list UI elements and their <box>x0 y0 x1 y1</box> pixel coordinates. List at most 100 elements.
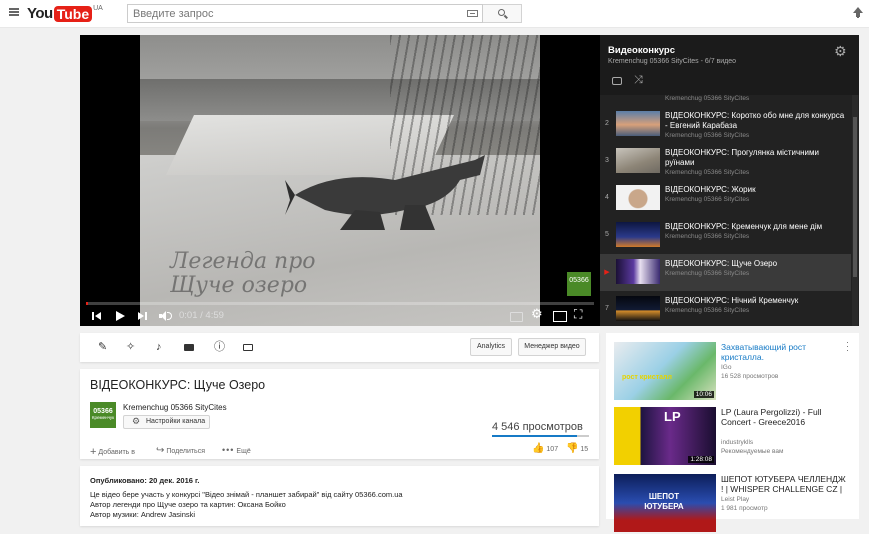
playlist-item-channel: Kremenchug 05366 SityCites <box>665 196 750 203</box>
gear-icon: ⚙ <box>132 416 141 426</box>
playlist-item-title: ВІДЕОКОНКУРС: Кременчук для мене дім <box>665 222 823 231</box>
search-input[interactable] <box>128 5 458 22</box>
playlist-item[interactable]: 7 ВІДЕОКОНКУРС: Нічний Кременчук Kremenc… <box>600 291 851 326</box>
masthead: You Tube UA <box>0 0 869 28</box>
creator-action-bar: ✎ ✧ ♪ ⓘ Analytics Менеджер видео <box>80 333 599 362</box>
audio-icon[interactable]: ♪ <box>156 342 162 353</box>
playlist-item[interactable]: 5 ВІДЕОКОНКУРС: Кременчук для мене дім K… <box>600 217 851 254</box>
subtitles-icon[interactable] <box>510 309 523 323</box>
thumbnail-text: LP <box>664 409 681 424</box>
playlist-item[interactable]: Kremenchug 05366 SityCites <box>600 65 851 102</box>
playlist-item-channel: Kremenchug 05366 SityCites <box>665 307 750 314</box>
video-caption: Легенда про Щуче озеро <box>170 250 316 298</box>
recommended-thumbnail: ШЕПОТ ЮТУБЕРА <box>614 474 716 532</box>
recommended-meta: 1 981 просмотр <box>721 505 768 512</box>
more-label: Ещё <box>236 448 251 455</box>
share-button[interactable]: ↪ Поделиться <box>156 445 205 456</box>
playlist-item-current[interactable]: ▶ ВІДЕОКОНКУРС: Щуче Озеро Kremenchug 05… <box>600 254 851 291</box>
add-to-button[interactable]: + Добавить в <box>90 445 135 458</box>
edit-icon[interactable]: ✎ <box>98 342 107 353</box>
more-button[interactable]: ••• Ещё <box>222 445 251 455</box>
playlist-items: Kremenchug 05366 SityCites 2 ВІДЕОКОНКУР… <box>600 95 851 326</box>
keyboard-icon[interactable] <box>467 10 478 17</box>
video-frame: Легенда про Щуче озеро <box>140 35 540 326</box>
analytics-button[interactable]: Analytics <box>470 338 512 356</box>
playlist-item-title: ВІДЕОКОНКУРС: Щуче Озеро <box>665 259 778 268</box>
fullscreen-icon[interactable] <box>574 307 587 323</box>
recommended-thumbnail: LP 1:28:08 <box>614 407 716 465</box>
description-line: Автор легенди про Щуче озеро та картин: … <box>90 500 286 509</box>
playlist-item-channel: Kremenchug 05366 SityCites <box>665 95 750 102</box>
sentiment-bar-likes <box>492 435 578 437</box>
recommended-title[interactable]: Захватывающий рост кристалла. <box>721 342 849 362</box>
publish-date: Опубликовано: 20 дек. 2016 г. <box>90 476 200 485</box>
playlist-item-index: ▶ <box>604 269 610 276</box>
menu-icon[interactable] <box>9 8 19 16</box>
like-button[interactable]: 👍 107 <box>532 443 558 454</box>
recommended-title[interactable]: ШЕПОТ ЮТУБЕРА ЧЕЛЛЕНДЖ ! | WHISPER CHALL… <box>721 474 849 494</box>
video-duration: 1:28:08 <box>688 456 714 463</box>
recommended-thumbnail: рост кристалл 10:06 <box>614 342 716 400</box>
channel-watermark[interactable]: 05366 <box>567 272 591 296</box>
video-caption-line2: Щуче озеро <box>170 273 308 298</box>
gear-icon[interactable]: ⚙ <box>834 43 847 60</box>
subtitles-edit-icon[interactable] <box>243 344 253 351</box>
next-icon[interactable] <box>138 309 148 323</box>
volume-icon[interactable] <box>159 309 172 323</box>
channel-avatar[interactable]: 05366 Кременчук <box>90 402 116 428</box>
recommended-video[interactable]: ШЕПОТ ЮТУБЕРА ШЕПОТ ЮТУБЕРА ЧЕЛЛЕНДЖ ! |… <box>614 474 854 534</box>
recommended-meta: Рекомендуемые вам <box>721 448 784 455</box>
dislike-count: 15 <box>580 446 589 453</box>
playlist-panel: Видеоконкурс Kremenchug 05366 SityCites … <box>600 35 859 326</box>
search-button[interactable] <box>483 4 522 23</box>
enhance-icon[interactable]: ✧ <box>126 342 135 353</box>
channel-avatar-text: 05366 <box>93 408 113 415</box>
playlist-subtitle: Kremenchug 05366 SityCites - 6/7 видео <box>608 58 737 65</box>
recommended-video[interactable]: LP 1:28:08 LP (Laura Pergolizzi) - Full … <box>614 407 854 467</box>
channel-settings-label: Настройки канала <box>146 418 206 425</box>
view-count: 4 546 просмотров <box>492 421 583 433</box>
playlist-item[interactable]: 4 ВІДЕОКОНКУРС: Жорик Kremenchug 05366 S… <box>600 180 851 217</box>
video-caption-line1: Легенда про <box>170 249 316 274</box>
recommended-video[interactable]: рост кристалл 10:06 Захватывающий рост к… <box>614 342 854 402</box>
recommended-title[interactable]: LP (Laura Pergolizzi) - Full Concert - G… <box>721 407 849 427</box>
upload-icon[interactable] <box>853 7 863 19</box>
playlist-item-channel: Kremenchug 05366 SityCites <box>665 169 750 176</box>
video-player[interactable]: Легенда про Щуче озеро 05366 0:01 / 4:59 <box>80 35 600 326</box>
playlist-scrollbar-thumb[interactable] <box>853 117 857 277</box>
settings-icon[interactable] <box>531 306 543 323</box>
progress-fill <box>86 302 88 305</box>
video-manager-button[interactable]: Менеджер видео <box>518 338 586 356</box>
playlist-item-channel: Kremenchug 05366 SityCites <box>665 132 750 139</box>
theater-mode-icon[interactable] <box>553 309 567 323</box>
playlist-title[interactable]: Видеоконкурс <box>608 45 675 56</box>
search-box <box>127 4 483 23</box>
video-duration: 10:06 <box>693 391 714 398</box>
info-icon[interactable]: ⓘ <box>214 342 225 353</box>
channel-settings-button[interactable]: ⚙ Настройки канала <box>123 415 210 429</box>
playlist-thumbnail <box>616 185 660 210</box>
description-line: Автор музики: Andrew Jasinski <box>90 510 196 519</box>
play-icon[interactable] <box>115 309 125 323</box>
thumbs-up-icon: 👍 <box>532 443 545 454</box>
youtube-logo[interactable]: You Tube UA <box>27 5 103 22</box>
playlist-scrollbar[interactable] <box>852 95 858 326</box>
playlist-item[interactable]: 2 ВІДЕОКОНКУРС: Коротко обо мне для конк… <box>600 106 851 143</box>
logo-tube: Tube <box>53 5 93 22</box>
add-to-label: Добавить в <box>98 449 135 456</box>
time-display: 0:01 / 4:59 <box>179 310 224 321</box>
playlist-item-index: 3 <box>605 157 609 164</box>
playlist-item-index: 7 <box>605 305 609 312</box>
channel-name[interactable]: Kremenchug 05366 SityCites <box>123 403 227 412</box>
annotations-icon[interactable] <box>184 344 194 351</box>
playlist-thumbnail <box>616 259 660 284</box>
playlist-item[interactable]: 3 ВІДЕОКОНКУРС: Прогулянка містичними ру… <box>600 143 851 180</box>
playlist-item-index: 5 <box>605 231 609 238</box>
player-controls: 0:01 / 4:59 <box>80 306 600 326</box>
dislike-button[interactable]: 👎 15 <box>566 443 588 454</box>
like-count: 107 <box>546 446 559 453</box>
playlist-item-title: ВІДЕОКОНКУРС: Прогулянка містичними руїн… <box>665 148 819 167</box>
previous-icon[interactable] <box>92 309 102 323</box>
progress-bar[interactable] <box>86 302 594 305</box>
channel-avatar-subtext: Кременчук <box>91 415 115 420</box>
